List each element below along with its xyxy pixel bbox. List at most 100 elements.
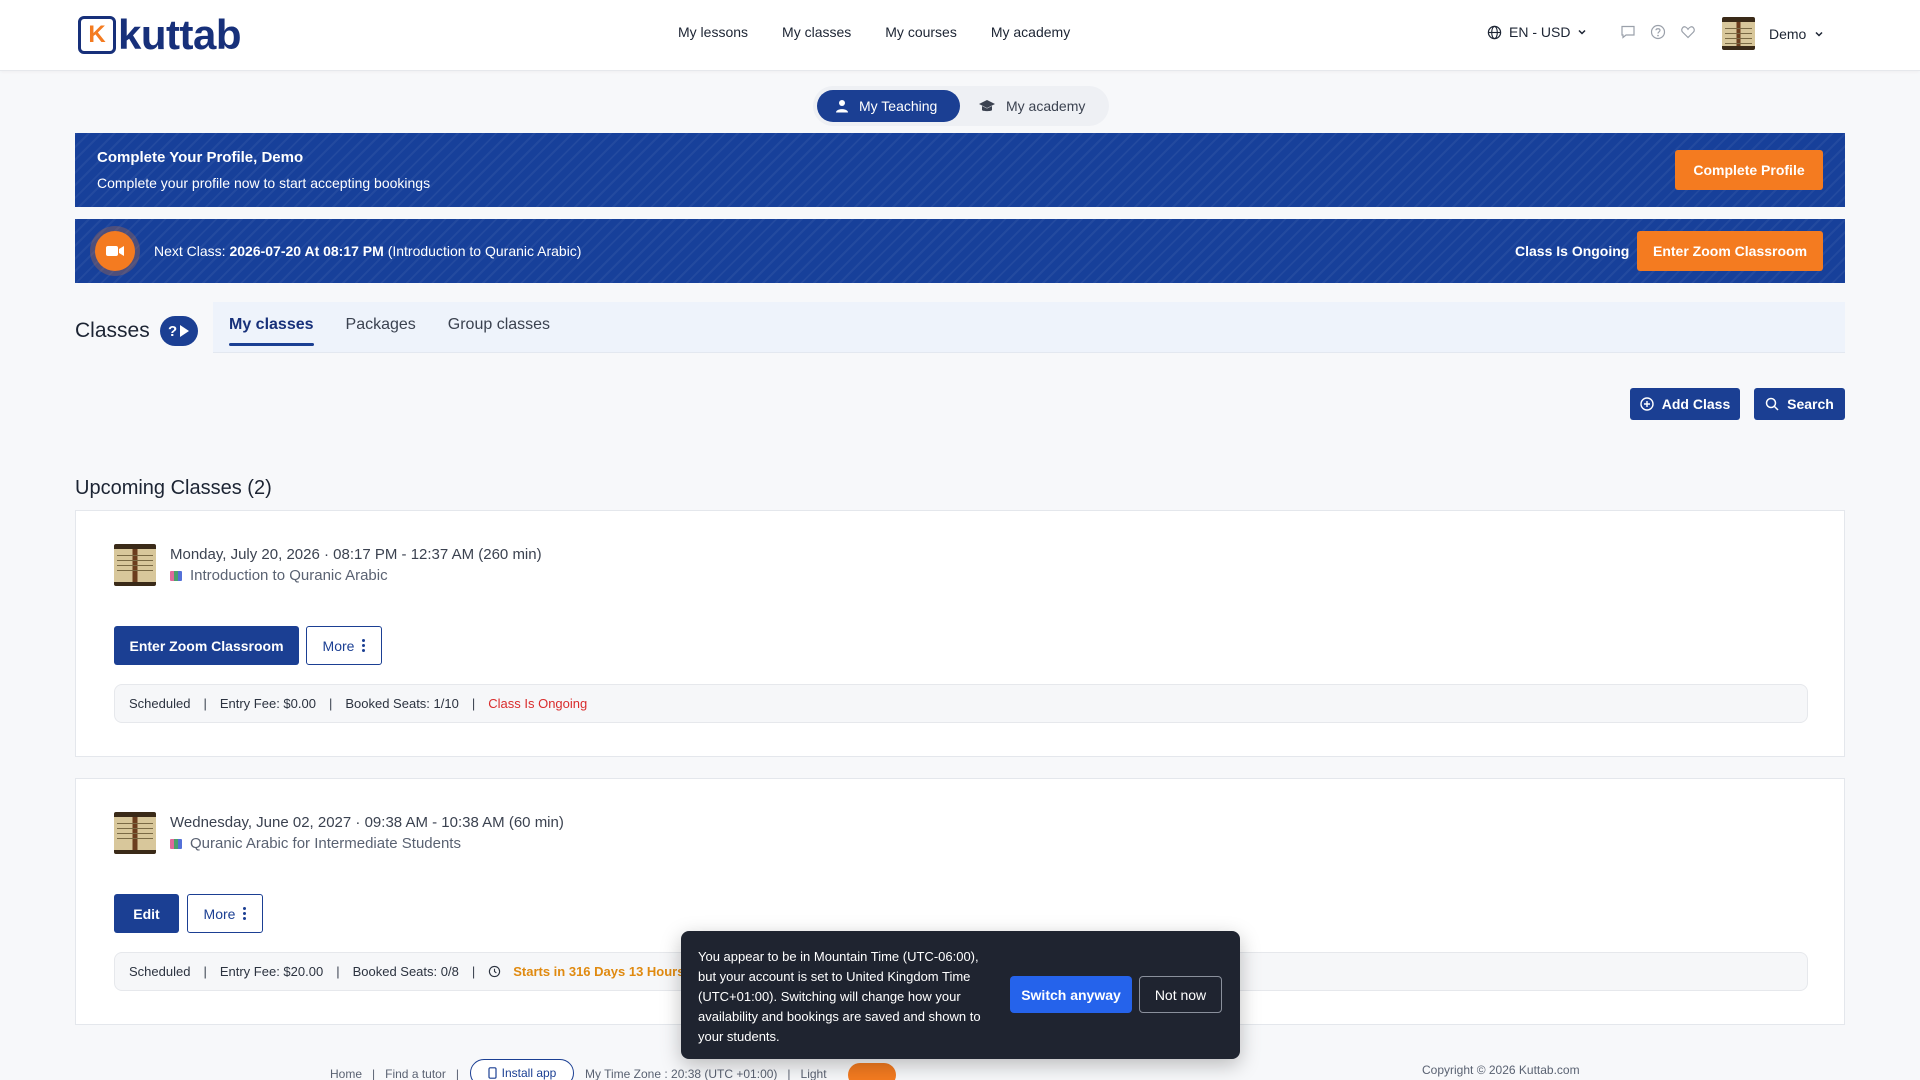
add-class-button[interactable]: Add Class: [1630, 388, 1740, 420]
more-button[interactable]: More: [306, 626, 382, 665]
class-time: 09:38 AM - 10:38 AM (60 min): [364, 814, 564, 831]
class-datetime: Wednesday, June 02, 2027 · 09:38 AM - 10…: [170, 814, 564, 831]
mode-toggle: My Teaching My academy: [813, 86, 1109, 126]
entry-fee: Entry Fee: $20.00: [219, 964, 324, 979]
separator: |: [336, 964, 340, 979]
header-icons: [1620, 24, 1696, 40]
class-course[interactable]: Introduction to Quranic Arabic: [170, 567, 388, 584]
booked-seats: Booked Seats: 1/10: [345, 696, 459, 711]
class-date: Monday, July 20, 2026: [170, 546, 320, 563]
person-icon: [836, 100, 848, 113]
book-image: [114, 544, 156, 586]
kuttab-logo[interactable]: K kuttab: [78, 11, 242, 58]
class-ongoing-status: Class Is Ongoing: [488, 696, 588, 711]
footer-links: Home | Find a tutor |: [330, 1067, 459, 1080]
class-course[interactable]: Quranic Arabic for Intermediate Students: [170, 835, 461, 852]
language-currency-selector[interactable]: EN - USD: [1487, 24, 1587, 40]
switch-anyway-button[interactable]: Switch anyway: [1010, 976, 1132, 1013]
my-teaching-label: My Teaching: [859, 98, 938, 114]
next-class-banner: Next Class: 2026-07-20 At 08:17 PM (Intr…: [75, 219, 1845, 283]
upcoming-classes-heading: Upcoming Classes (2): [75, 477, 272, 499]
main-nav: My lessons My classes My courses My acad…: [678, 24, 1070, 40]
plus-circle-icon: [1640, 397, 1654, 411]
next-class-datetime: 2026-07-20 At 08:17 PM: [229, 243, 384, 259]
vertical-dots-icon: [362, 639, 366, 652]
complete-profile-button[interactable]: Complete Profile: [1675, 150, 1823, 190]
help-icon[interactable]: [1650, 24, 1666, 40]
separator: |: [471, 696, 476, 711]
tab-my-classes[interactable]: My classes: [229, 302, 314, 353]
avatar: [1722, 17, 1755, 50]
install-app-label: Install app: [501, 1066, 557, 1080]
nav-my-lessons[interactable]: My lessons: [678, 24, 748, 40]
more-button[interactable]: More: [187, 894, 263, 933]
classes-tabs: My classes Packages Group classes: [213, 302, 1845, 353]
class-course-name: Introduction to Quranic Arabic: [190, 567, 388, 584]
help-video-icon[interactable]: ?: [159, 316, 198, 346]
vertical-dots-icon: [243, 907, 247, 920]
book-icon: [170, 570, 182, 581]
svg-text:?: ?: [168, 323, 177, 340]
profile-banner-title: Complete Your Profile, Demo: [97, 149, 304, 166]
user-menu[interactable]: Demo: [1722, 17, 1824, 50]
timezone-mismatch-popup: You appear to be in Mountain Time (UTC-0…: [681, 931, 1240, 1059]
enter-zoom-classroom-button[interactable]: Enter Zoom Classroom: [114, 626, 299, 665]
search-button[interactable]: Search: [1754, 388, 1845, 420]
theme-toggle[interactable]: [848, 1063, 896, 1080]
more-label: More: [322, 637, 355, 654]
class-status-bar: Scheduled | Entry Fee: $0.00 | Booked Se…: [114, 684, 1808, 723]
class-course-name: Quranic Arabic for Intermediate Students: [190, 835, 461, 852]
phone-icon: [488, 1067, 497, 1079]
logo-text: kuttab: [118, 11, 242, 58]
globe-icon: [1487, 25, 1502, 39]
my-academy-label: My academy: [1006, 98, 1086, 114]
my-academy-toggle[interactable]: My academy: [960, 90, 1103, 122]
language-label: EN - USD: [1509, 24, 1571, 40]
separator: |: [328, 696, 333, 711]
chevron-down-icon: [1578, 29, 1586, 35]
status-badge: Scheduled: [129, 964, 191, 979]
tab-group-classes[interactable]: Group classes: [448, 302, 550, 353]
next-class-prefix: Next Class:: [154, 243, 226, 259]
class-time: 08:17 PM - 12:37 AM (260 min): [333, 546, 542, 563]
class-date: Wednesday, June 02, 2027: [170, 814, 352, 831]
more-label: More: [203, 905, 236, 922]
logo-mark: K: [78, 16, 116, 54]
separator: |: [787, 1067, 791, 1080]
timezone-readout: My Time Zone : 20:38 (UTC +01:00): [585, 1067, 778, 1080]
footer-home-link[interactable]: Home: [330, 1067, 362, 1080]
complete-profile-banner: Complete Your Profile, Demo Complete you…: [75, 133, 1845, 207]
profile-banner-subtitle: Complete your profile now to start accep…: [97, 175, 431, 191]
tab-label: My classes: [229, 316, 314, 333]
nav-my-academy[interactable]: My academy: [991, 24, 1070, 40]
class-thumbnail: [114, 544, 156, 586]
install-app-button[interactable]: Install app: [470, 1059, 574, 1080]
enter-zoom-classroom-button[interactable]: Enter Zoom Classroom: [1637, 231, 1823, 271]
next-class-course: (Introduction to Quranic Arabic): [387, 243, 582, 259]
nav-my-courses[interactable]: My courses: [885, 24, 957, 40]
class-card: Monday, July 20, 2026 · 08:17 PM - 12:37…: [75, 510, 1845, 757]
class-datetime: Monday, July 20, 2026 · 08:17 PM - 12:37…: [170, 546, 542, 563]
copyright-text: Copyright © 2026 Kuttab.com: [1422, 1063, 1580, 1077]
theme-label: Light: [800, 1067, 827, 1080]
edit-button[interactable]: Edit: [114, 894, 179, 933]
top-header: K kuttab My lessons My classes My course…: [0, 0, 1920, 71]
next-class-text: Next Class: 2026-07-20 At 08:17 PM (Intr…: [154, 243, 581, 259]
separator: |: [203, 696, 207, 711]
separator: |: [471, 964, 476, 979]
book-icon: [170, 838, 182, 849]
message-icon[interactable]: [1620, 24, 1636, 40]
class-thumbnail: [114, 812, 156, 854]
tab-packages[interactable]: Packages: [346, 302, 416, 353]
not-now-button[interactable]: Not now: [1139, 976, 1222, 1013]
separator: |: [455, 1067, 459, 1080]
nav-my-classes[interactable]: My classes: [782, 24, 851, 40]
search-icon: [1765, 397, 1779, 411]
video-camera-icon: [95, 231, 135, 271]
footer-find-tutor-link[interactable]: Find a tutor: [385, 1067, 446, 1080]
my-teaching-toggle[interactable]: My Teaching: [817, 90, 960, 122]
timezone-message: You appear to be in Mountain Time (UTC-0…: [698, 949, 981, 1044]
status-badge: Scheduled: [129, 696, 191, 711]
heart-icon[interactable]: [1680, 24, 1696, 40]
class-ongoing-label: Class Is Ongoing: [1515, 243, 1630, 259]
